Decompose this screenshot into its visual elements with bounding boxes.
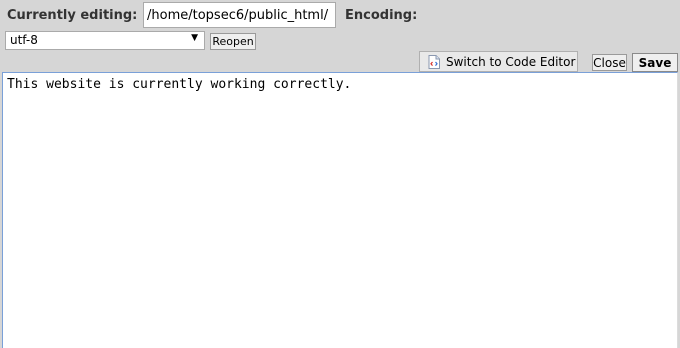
file-content-textarea[interactable]: This website is currently working correc… — [2, 72, 678, 348]
save-button[interactable]: Save — [632, 53, 678, 72]
encoding-select[interactable]: utf-8 ▼ — [5, 31, 205, 50]
editor-toolbar: Currently editing: Encoding: utf-8 ▼ Reo… — [0, 0, 680, 72]
reopen-button[interactable]: Reopen — [210, 33, 256, 50]
switch-to-code-editor-button[interactable]: Switch to Code Editor — [419, 51, 578, 72]
currently-editing-label: Currently editing: — [7, 8, 138, 23]
encoding-label: Encoding: — [345, 8, 418, 23]
switch-to-code-editor-label: Switch to Code Editor — [446, 54, 576, 69]
file-path-input[interactable] — [143, 2, 336, 28]
dropdown-arrow-icon: ▼ — [191, 33, 198, 43]
encoding-selected-value: utf-8 — [10, 33, 38, 47]
code-file-icon — [428, 54, 440, 69]
close-button[interactable]: Close — [592, 54, 627, 71]
